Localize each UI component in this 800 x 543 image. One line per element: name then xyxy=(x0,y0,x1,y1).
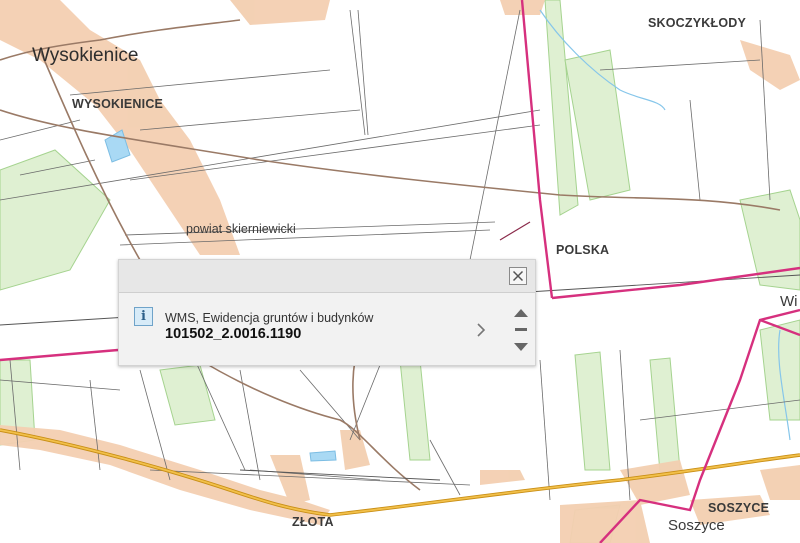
label-wi: Wi xyxy=(780,293,798,310)
close-button[interactable] xyxy=(509,267,527,285)
identify-popup: i WMS, Ewidencja gruntów i budynków 1015… xyxy=(118,259,536,366)
popup-parcel-id[interactable]: 101502_2.0016.1190 xyxy=(165,326,301,342)
next-button[interactable] xyxy=(472,320,490,340)
popup-layer-name: WMS, Ewidencja gruntów i budynków xyxy=(165,311,374,325)
popup-header xyxy=(119,260,535,293)
label-soszyce-caps: SOSZYCE xyxy=(708,501,770,515)
label-soszyce: Soszyce xyxy=(668,517,725,534)
chevron-right-icon xyxy=(477,323,486,337)
label-wysokienice: Wysokienice xyxy=(32,45,139,66)
close-icon xyxy=(512,270,524,282)
label-polska: POLSKA xyxy=(556,243,610,257)
triangle-down-icon[interactable] xyxy=(510,340,532,354)
popup-scroll-controls xyxy=(510,306,532,356)
label-skoczykłody: SKOCZYKŁODY xyxy=(648,16,747,30)
triangle-up-icon[interactable] xyxy=(510,306,532,320)
label-złota: ZŁOTA xyxy=(292,515,334,529)
menu-icon[interactable] xyxy=(510,324,532,336)
label-wysokienice-caps: WYSOKIENICE xyxy=(72,97,164,111)
label-powiat: powiat skierniewicki xyxy=(186,222,296,236)
info-icon: i xyxy=(134,307,153,326)
